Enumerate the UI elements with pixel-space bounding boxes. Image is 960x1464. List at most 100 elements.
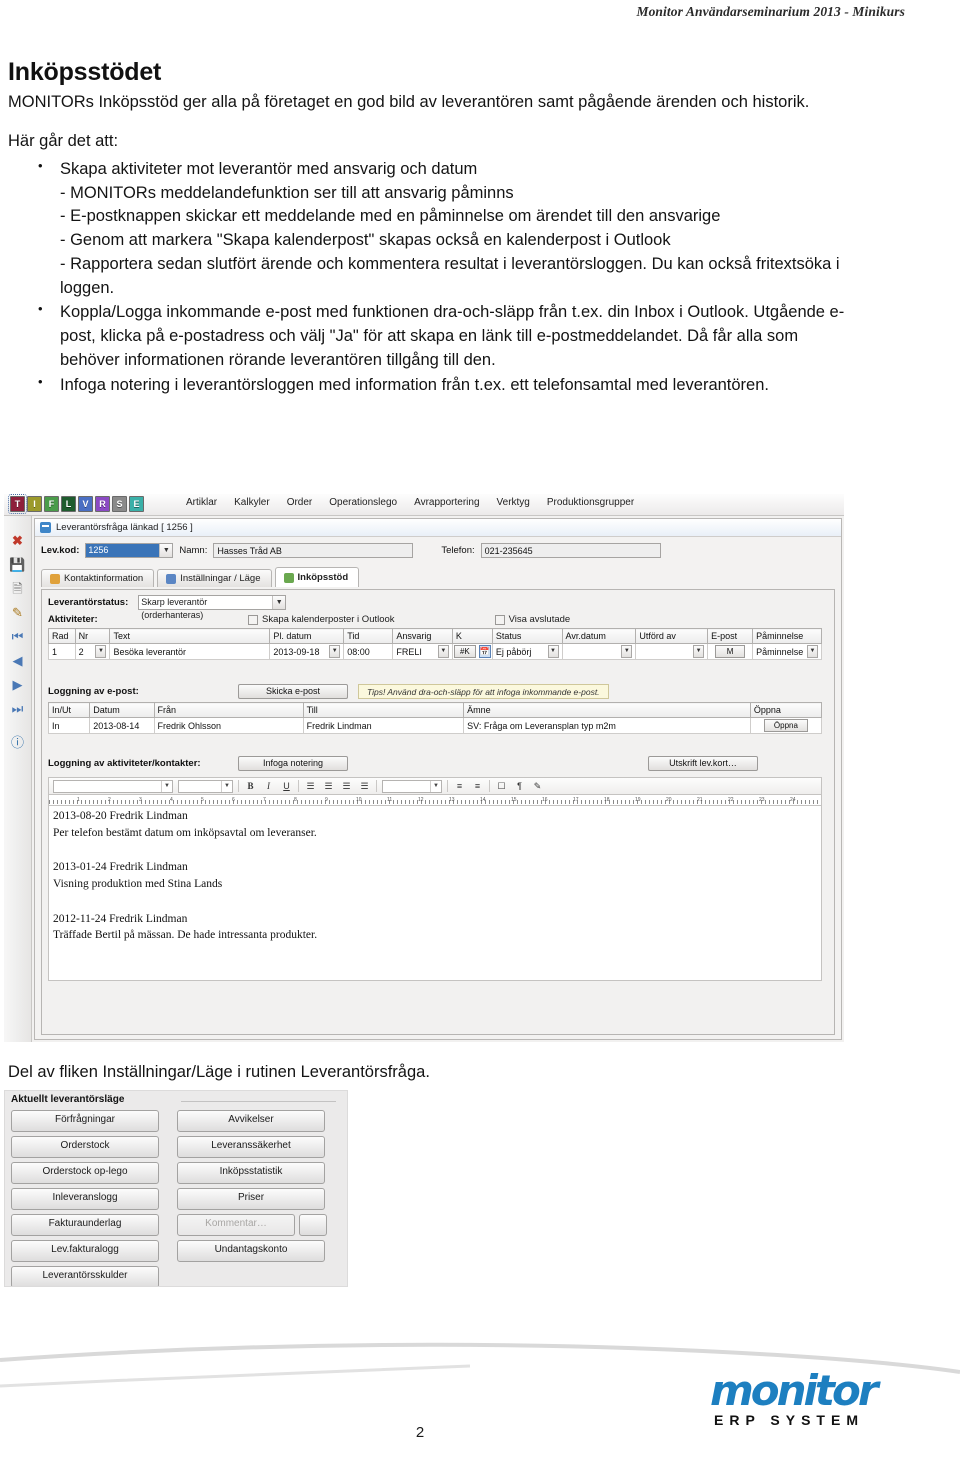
button-leveranssakerhet[interactable]: Leveranssäkerhet: [177, 1136, 325, 1158]
menu-item-order[interactable]: Order: [287, 497, 313, 508]
col-pl-datum[interactable]: Pl. datum: [269, 628, 345, 644]
button-orderstock-op-lego[interactable]: Orderstock op-lego: [11, 1162, 159, 1184]
next-record-icon[interactable]: ▶: [8, 675, 28, 695]
chevron-down-icon[interactable]: ▼: [437, 645, 449, 658]
menu-item-verktyg[interactable]: Verktyg: [497, 497, 530, 508]
close-icon[interactable]: ✖: [8, 531, 28, 551]
insert-frame-icon[interactable]: ☐: [495, 781, 508, 792]
bold-icon[interactable]: B: [244, 781, 257, 791]
button-forfragningar[interactable]: Förfrågningar: [11, 1110, 159, 1132]
quick-icon-r[interactable]: R: [95, 496, 110, 512]
tab-inkopsstod[interactable]: Inköpsstöd: [274, 567, 360, 587]
col-k[interactable]: K: [451, 628, 493, 644]
k-button[interactable]: #K: [453, 645, 476, 658]
chevron-down-icon[interactable]: ▼: [807, 645, 818, 658]
chevron-down-icon[interactable]: ▼: [161, 780, 172, 792]
button-inkopsstatistik[interactable]: Inköpsstatistik: [177, 1162, 325, 1184]
align-justify-icon[interactable]: ☰: [358, 781, 371, 792]
button-kommentar-extra[interactable]: [299, 1214, 327, 1236]
menu-item-artiklar[interactable]: Artiklar: [186, 497, 217, 508]
table-row[interactable]: In 2013-08-14 Fredrik Ohlsson Fredrik Li…: [47, 717, 823, 734]
col-text[interactable]: Text: [109, 628, 271, 644]
insert-note-button[interactable]: Infoga notering: [238, 756, 348, 771]
color-select[interactable]: ▼: [382, 779, 442, 793]
calendar-icon[interactable]: 📅: [478, 645, 491, 658]
quick-icon-e[interactable]: E: [129, 496, 144, 512]
button-lev-fakturalogg[interactable]: Lev.fakturalogg: [11, 1240, 159, 1262]
chevron-down-icon[interactable]: ▼: [221, 780, 232, 792]
button-fakturaunderlag[interactable]: Fakturaunderlag: [11, 1214, 159, 1236]
col-rad[interactable]: Rad: [48, 628, 76, 644]
col-nr[interactable]: Nr: [74, 628, 111, 644]
align-left-icon[interactable]: ☰: [304, 781, 317, 792]
chevron-down-icon[interactable]: ▼: [329, 645, 341, 658]
button-undantagskonto[interactable]: Undantagskonto: [177, 1240, 325, 1262]
first-record-icon[interactable]: ⏮: [8, 627, 28, 647]
italic-icon[interactable]: I: [262, 781, 275, 791]
quick-icon-t[interactable]: T: [8, 494, 27, 514]
font-family-select[interactable]: ▼: [53, 779, 173, 793]
chevron-down-icon[interactable]: ▼: [621, 645, 633, 658]
levkod-input[interactable]: 1256 ▼: [85, 542, 174, 558]
chevron-down-icon[interactable]: ▼: [95, 645, 107, 658]
activity-log-text[interactable]: 2013-08-20 Fredrik Lindman Per telefon b…: [48, 805, 822, 981]
help-icon[interactable]: ⓘ: [8, 733, 28, 753]
save-icon[interactable]: 💾: [8, 555, 28, 575]
col-tid[interactable]: Tid: [343, 628, 394, 644]
chevron-down-icon[interactable]: ▼: [547, 645, 559, 658]
edit-pencil-icon[interactable]: ✎: [8, 603, 28, 623]
col-oppna[interactable]: Öppna: [749, 702, 823, 718]
send-email-button[interactable]: Skicka e-post: [238, 684, 348, 699]
align-center-icon[interactable]: ☰: [340, 781, 353, 792]
print-supplier-card-button[interactable]: Utskrift lev.kort…: [648, 756, 758, 771]
menu-item-produktionsgrupper[interactable]: Produktionsgrupper: [547, 497, 634, 508]
chevron-down-icon[interactable]: ▼: [693, 645, 705, 658]
open-email-button[interactable]: Öppna: [763, 719, 808, 732]
button-inleveranslogg[interactable]: Inleveranslogg: [11, 1188, 159, 1210]
checkbox-skapa-kalenderposter[interactable]: Skapa kalenderposter i Outlook: [248, 614, 395, 625]
chevron-down-icon[interactable]: ▼: [159, 543, 173, 557]
menu-item-operationslego[interactable]: Operationslego: [329, 497, 397, 508]
col-avr-datum[interactable]: Avr.datum: [561, 628, 637, 644]
col-till[interactable]: Till: [302, 702, 465, 718]
align-right-icon[interactable]: ☰: [322, 781, 335, 792]
col-datum[interactable]: Datum: [89, 702, 155, 718]
col-utford-av[interactable]: Utförd av: [635, 628, 709, 644]
col-amne[interactable]: Ämne: [463, 702, 751, 718]
supplier-status-select[interactable]: Skarp leverantör (orderhanteras) ▼: [138, 595, 287, 620]
document-icon[interactable]: 🗎: [8, 579, 28, 599]
quick-icon-f[interactable]: F: [44, 496, 59, 512]
spellcheck-icon[interactable]: ✎: [531, 781, 544, 792]
menu-item-kalkyler[interactable]: Kalkyler: [234, 497, 270, 508]
tab-installningar-lage[interactable]: Inställningar / Läge: [157, 569, 272, 587]
last-record-icon[interactable]: ⏭: [8, 699, 28, 719]
email-button[interactable]: M: [715, 645, 746, 658]
previous-record-icon[interactable]: ◀: [8, 651, 28, 671]
col-ansvarig[interactable]: Ansvarig: [392, 628, 453, 644]
button-priser[interactable]: Priser: [177, 1188, 325, 1210]
quick-icon-v[interactable]: V: [78, 496, 93, 512]
chevron-down-icon[interactable]: ▼: [430, 780, 441, 792]
col-inut[interactable]: In/Ut: [47, 702, 91, 718]
button-leverantorsskulder[interactable]: Leverantörsskulder: [11, 1266, 159, 1286]
checkbox-visa-avslutade[interactable]: Visa avslutade: [494, 614, 570, 625]
quick-icon-l[interactable]: L: [61, 496, 76, 512]
paragraph-mark-icon[interactable]: ¶: [513, 781, 526, 791]
tab-kontaktinformation[interactable]: Kontaktinformation: [41, 569, 155, 587]
col-status[interactable]: Status: [491, 628, 563, 644]
underline-icon[interactable]: U: [280, 781, 293, 791]
quick-icon-s[interactable]: S: [112, 496, 127, 512]
quick-icon-i[interactable]: I: [27, 496, 42, 512]
chevron-down-icon[interactable]: ▼: [272, 596, 286, 609]
font-size-select[interactable]: ▼: [178, 779, 233, 793]
button-avvikelser[interactable]: Avvikelser: [177, 1110, 325, 1132]
button-orderstock[interactable]: Orderstock: [11, 1136, 159, 1158]
col-epost[interactable]: E-post: [707, 628, 754, 644]
drag-handle-icon[interactable]: [8, 520, 28, 527]
menu-item-avrapportering[interactable]: Avrapportering: [414, 497, 479, 508]
bullet-list-icon[interactable]: ≡: [471, 781, 484, 791]
ordered-list-icon[interactable]: ≡: [453, 781, 466, 791]
col-fran[interactable]: Från: [153, 702, 304, 718]
table-row[interactable]: 1 2 ▼ Besöka leverantör 2013-09-18 ▼ 08:…: [48, 643, 822, 660]
col-paminnelse[interactable]: Påminnelse: [752, 628, 822, 644]
